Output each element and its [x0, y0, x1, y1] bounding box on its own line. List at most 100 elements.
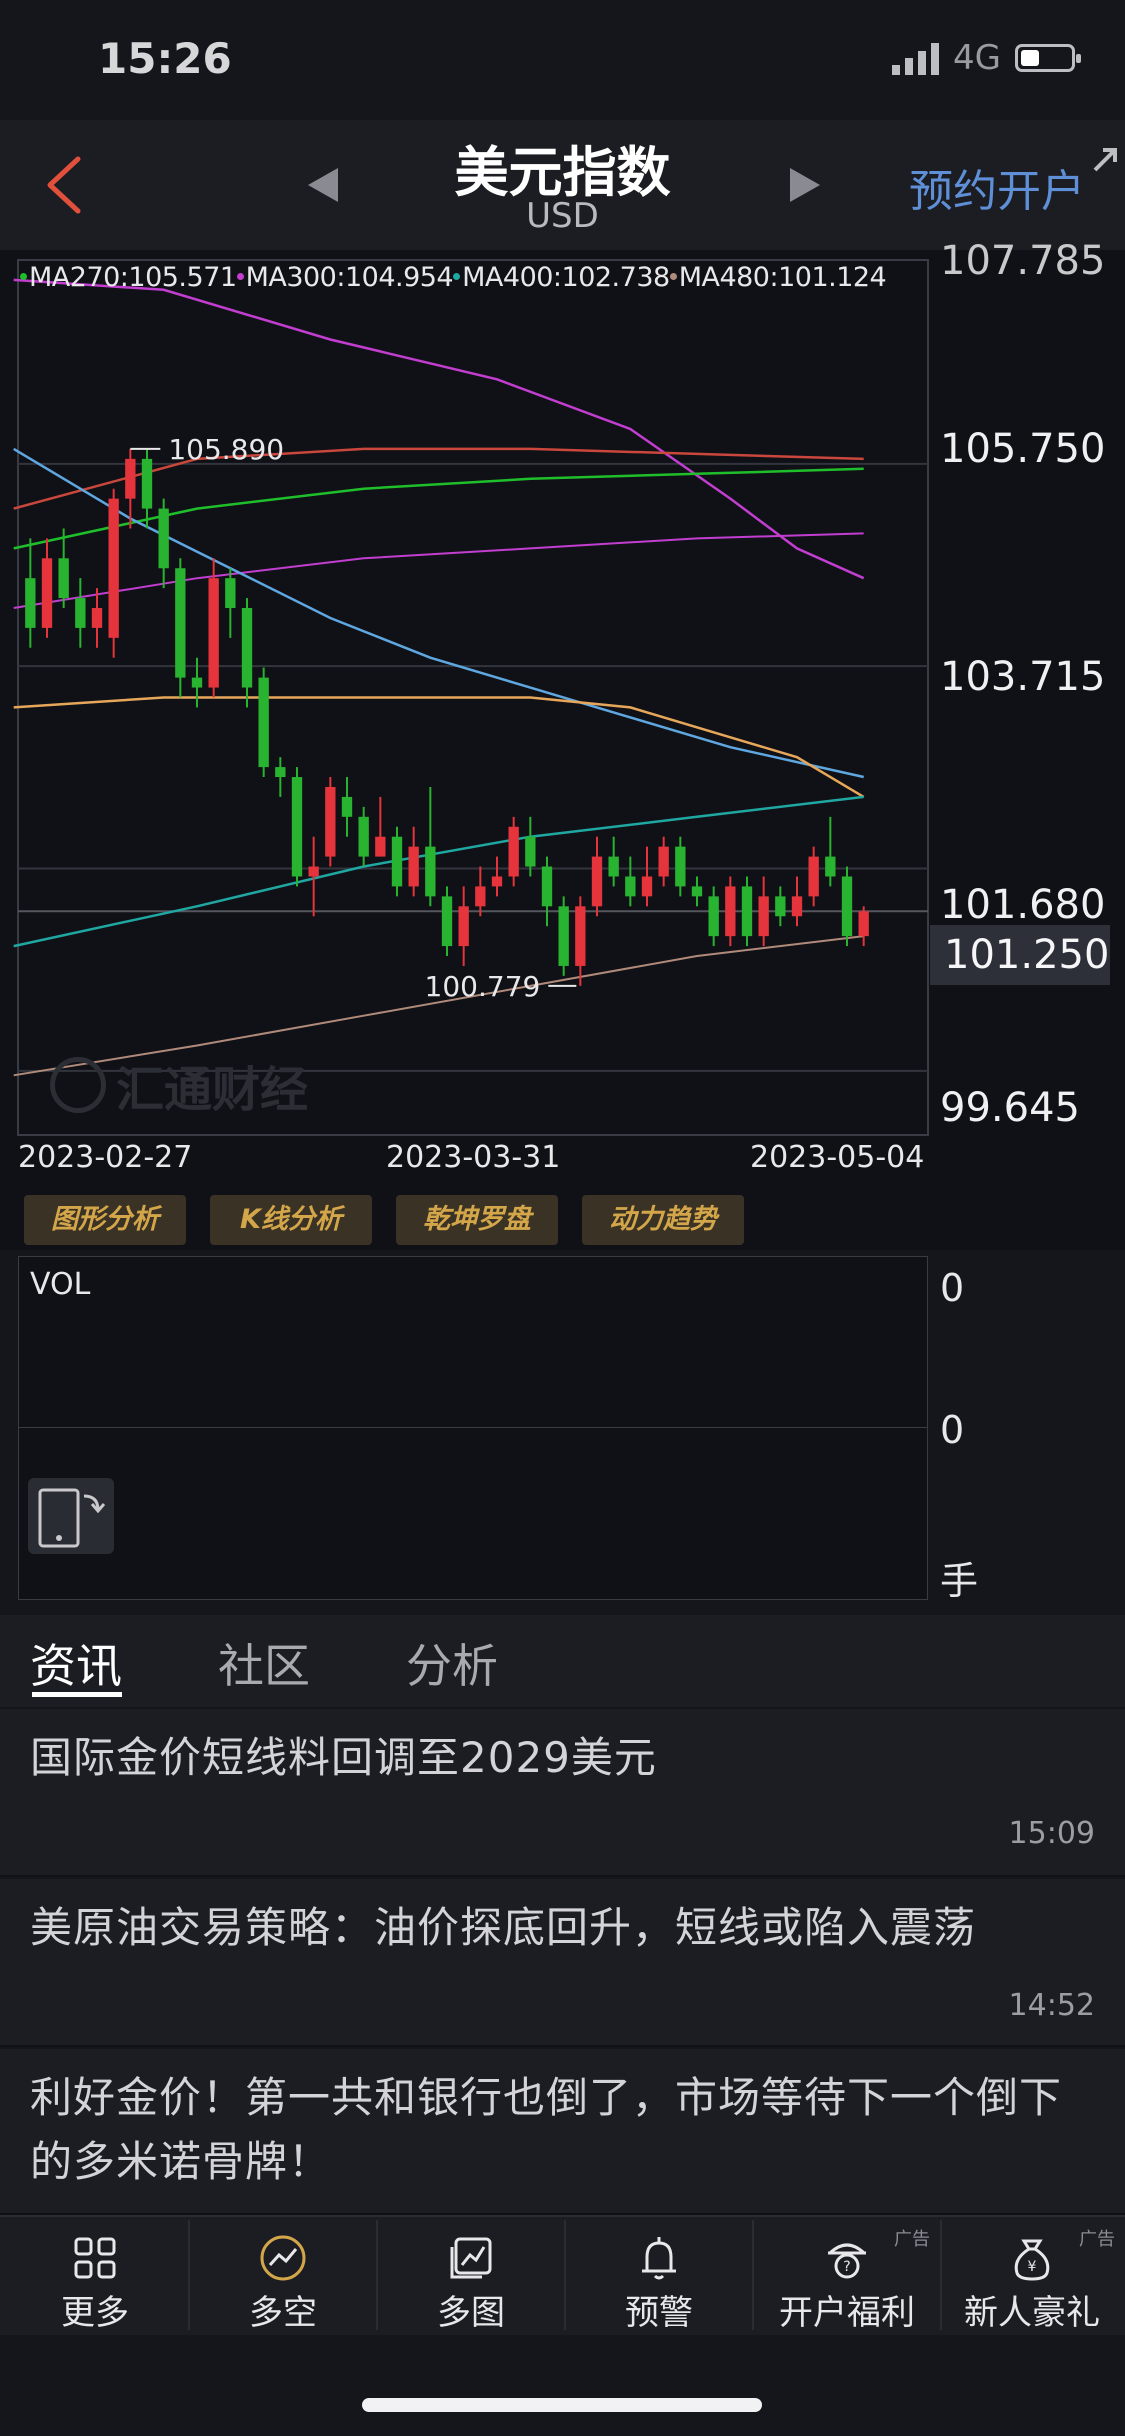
candle-body [541, 866, 553, 907]
candle-body [91, 608, 103, 628]
candle-body [241, 608, 253, 688]
candle-body [825, 856, 836, 877]
candle-body [108, 498, 119, 638]
ma-red-line [13, 447, 864, 510]
candle-body [475, 886, 486, 907]
ma400-line [13, 795, 864, 948]
kline-chart[interactable]: 105.890 100.779 [0, 250, 1125, 1150]
candle-body [125, 458, 136, 499]
active-tab-indicator [32, 1692, 122, 1697]
watermark-logo-icon [50, 1057, 106, 1113]
candle-body [208, 578, 219, 688]
tab-community[interactable]: 社区 [218, 1630, 310, 1696]
nav-newcomer-gift[interactable]: 广告 ¥ 新人豪礼 [939, 2215, 1125, 2335]
nav-label: 多空 [249, 2293, 317, 2333]
battery-icon [1015, 44, 1081, 72]
svg-text:?: ? [843, 2259, 850, 2275]
ma-legend-label: MA300:104.954 [245, 262, 454, 293]
reserve-account-button[interactable]: 预约开户 [909, 155, 1085, 219]
nav-label: 开户福利 [779, 2293, 915, 2333]
volume-tick-mid: 0 [940, 1408, 965, 1452]
nav-alert[interactable]: 预警 [566, 2215, 752, 2335]
last-price-tag: 101.250 [930, 925, 1110, 985]
ma-legend-dot [20, 272, 27, 280]
news-title[interactable]: 利好金价！第一共和银行也倒了，市场等待下一个倒下的多米诺骨牌！ [30, 2066, 1085, 2194]
graphic-analysis-button[interactable]: 图形分析 [24, 1195, 186, 1245]
expand-icon[interactable] [1085, 140, 1125, 180]
tab-news[interactable]: 资讯 [30, 1630, 122, 1696]
home-indicator[interactable] [362, 2398, 762, 2412]
candle-body [291, 777, 303, 877]
candle-body [858, 911, 869, 937]
network-type: 4G [953, 38, 1001, 78]
money-bag-icon: ¥ [1014, 2239, 1050, 2281]
ma-legend-dot [236, 272, 244, 280]
candle-body [591, 856, 603, 907]
x-tick-2: 2023-03-31 [386, 1140, 561, 1175]
candle-body [791, 896, 803, 917]
candle-body [575, 906, 586, 966]
y-tick-top: 107.785 [940, 238, 1106, 284]
nav-account-benefit[interactable]: 广告 ? 开户福利 [754, 2215, 940, 2335]
candle-body [658, 846, 669, 877]
nav-label: 预警 [625, 2293, 693, 2333]
candle-body [441, 896, 453, 947]
kline-analysis-button[interactable]: K线分析 [210, 1195, 372, 1245]
multi-chart-icon [450, 2237, 492, 2279]
candle-body [491, 876, 503, 887]
candle-body [191, 677, 203, 688]
candle-body [41, 558, 53, 628]
candle-body [675, 846, 686, 887]
ma-blue-line [13, 447, 864, 779]
momentum-trend-button[interactable]: 动力趋势 [582, 1195, 744, 1245]
news-title[interactable]: 国际金价短线料回调至2029美元 [30, 1726, 1085, 1790]
x-tick-3: 2023-05-04 [750, 1140, 925, 1175]
signal-icon [892, 41, 940, 75]
candle-body [508, 826, 519, 877]
volume-tick-top: 0 [940, 1266, 965, 1310]
y-tick-4: 99.645 [940, 1085, 1080, 1131]
candle-body [425, 846, 436, 897]
nav-more[interactable]: 更多 [2, 2215, 188, 2335]
trend-icon [260, 2235, 306, 2281]
gift-icon: ? [828, 2243, 866, 2279]
candle-body [141, 458, 153, 509]
candle-body [375, 836, 386, 857]
ad-tag: 广告 [1079, 2229, 1115, 2250]
news-time: 15:09 [1008, 1816, 1095, 1851]
tab-analysis[interactable]: 分析 [406, 1630, 498, 1696]
watermark: 汇通财经 [50, 1050, 308, 1120]
y-tick-1: 105.750 [940, 426, 1106, 472]
candle-body [808, 856, 819, 897]
candle-body [458, 906, 469, 947]
candle-body [308, 866, 319, 877]
home-bar-area [0, 2335, 1125, 2436]
rotate-screen-icon[interactable] [28, 1478, 114, 1554]
ma-legend-label: MA400:102.738 [462, 262, 670, 293]
volume-panel [18, 1256, 928, 1600]
x-tick-1: 2023-02-27 [18, 1140, 193, 1175]
compass-button[interactable]: 乾坤罗盘 [396, 1195, 558, 1245]
nav-label: 更多 [61, 2293, 129, 2333]
candle-body [391, 836, 403, 887]
volume-unit: 手 [940, 1559, 979, 1603]
candle-body [341, 796, 353, 817]
nav-long-short[interactable]: 多空 [190, 2215, 376, 2335]
news-time: 14:52 [1008, 1988, 1095, 2023]
y-tick-2: 103.715 [940, 654, 1106, 700]
grid-icon [74, 2237, 116, 2279]
volume-gridline [18, 1427, 928, 1428]
candle-body [158, 508, 169, 569]
next-instrument-button[interactable] [790, 168, 820, 202]
nav-multi-chart[interactable]: 多图 [378, 2215, 564, 2335]
candle-body [58, 558, 69, 599]
candle-body [558, 906, 569, 966]
nav-label: 多图 [437, 2293, 505, 2333]
ma-legend-dot [669, 272, 677, 280]
candle-body [325, 786, 336, 857]
status-time: 15:26 [98, 34, 232, 83]
candle-body [775, 896, 786, 917]
news-title[interactable]: 美原油交易策略：油价探底回升，短线或陷入震荡 [30, 1896, 1085, 1960]
candle-body [841, 876, 853, 937]
ma-orange-line [13, 696, 865, 798]
